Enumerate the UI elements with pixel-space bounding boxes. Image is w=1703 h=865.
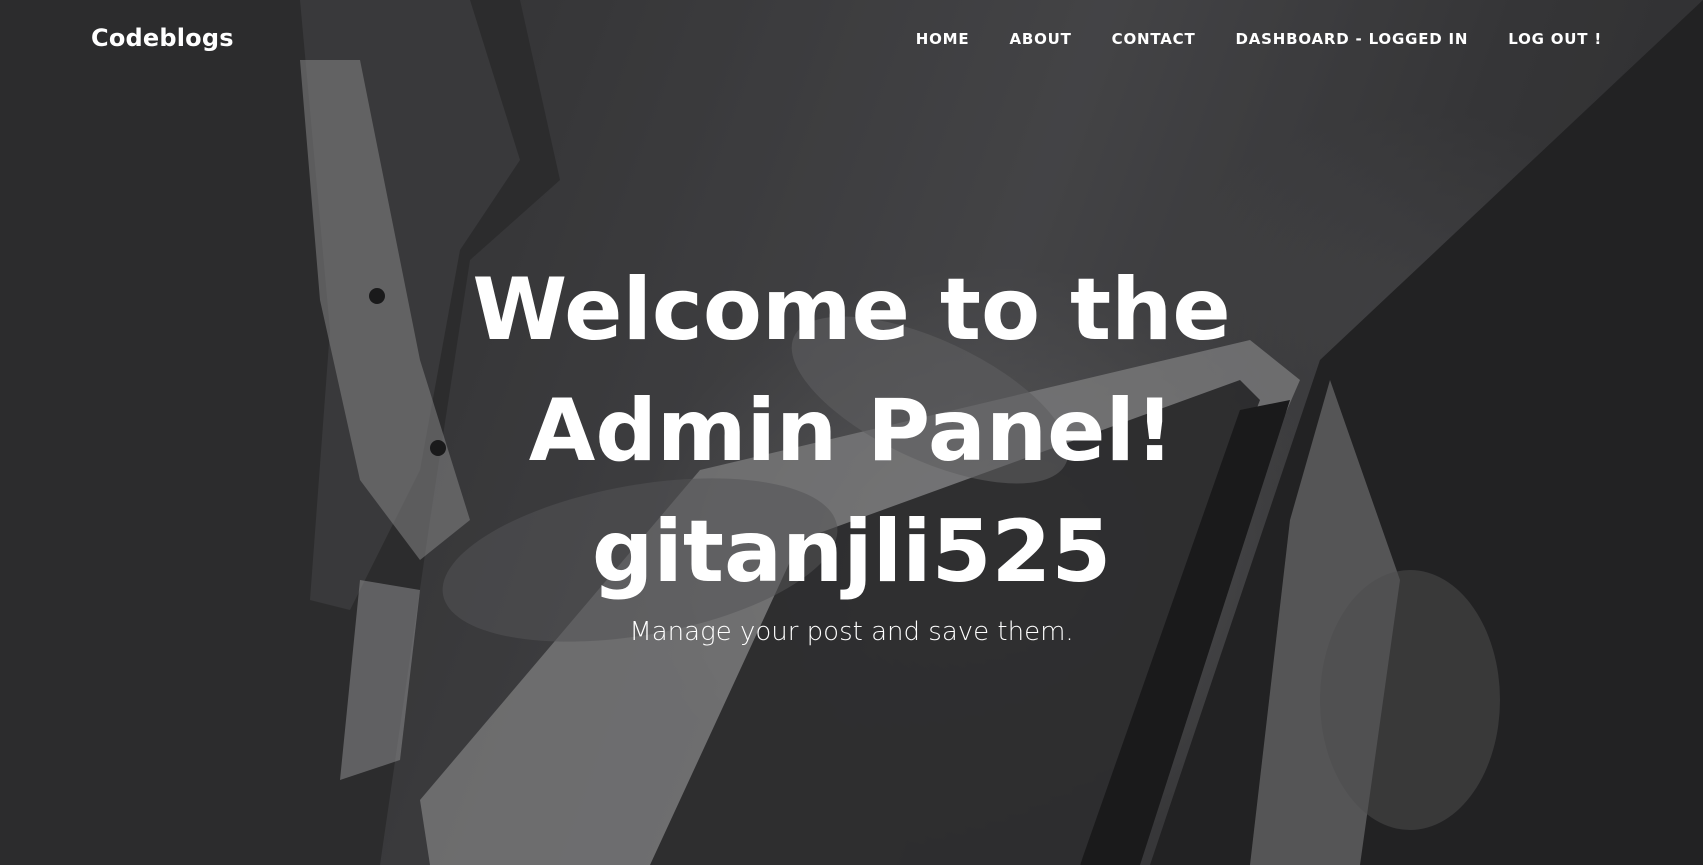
title-line-admin-panel: Admin Panel! — [528, 381, 1175, 481]
nav-home-link[interactable]: HOME — [916, 30, 970, 48]
page-title: Welcome to the Admin Panel! gitanjli525 — [402, 250, 1302, 613]
masthead: Codeblogs HOME ABOUT CONTACT DASHBOARD -… — [0, 0, 1703, 865]
nav-dashboard-link[interactable]: DASHBOARD - LOGGED IN — [1236, 30, 1469, 48]
nav-about-link[interactable]: ABOUT — [1009, 30, 1071, 48]
title-line-welcome: Welcome to the — [472, 260, 1231, 360]
subheading: Manage your post and save them. — [629, 617, 1074, 647]
nav-contact-link[interactable]: CONTACT — [1112, 30, 1196, 48]
hero-heading: Welcome to the Admin Panel! gitanjli525 … — [0, 250, 1703, 649]
nav-logout-link[interactable]: LOG OUT ! — [1508, 30, 1602, 48]
nav-links: HOME ABOUT CONTACT DASHBOARD - LOGGED IN… — [876, 30, 1602, 48]
brand-logo-link[interactable]: Codeblogs — [91, 24, 234, 52]
title-line-username: gitanjli525 — [591, 502, 1112, 602]
main-navbar: Codeblogs HOME ABOUT CONTACT DASHBOARD -… — [0, 0, 1703, 82]
